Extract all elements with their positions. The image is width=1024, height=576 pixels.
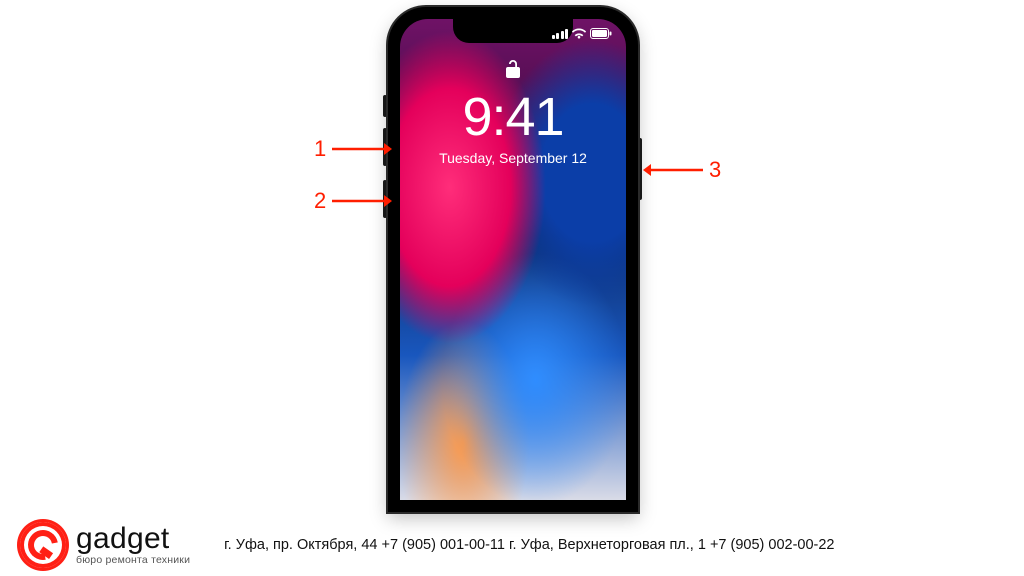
battery-icon: [590, 28, 612, 39]
status-bar: [552, 28, 613, 39]
callout-2: 2: [308, 188, 392, 214]
brand-tagline: бюро ремонта техники: [76, 555, 190, 566]
callout-2-label: 2: [308, 188, 332, 214]
callout-3-label: 3: [703, 157, 727, 183]
footer-address: г. Уфа, пр. Октября, 44 +7 (905) 001-00-…: [224, 537, 834, 553]
arrow-left-icon: [643, 163, 703, 177]
footer: gadget бюро ремонта техники г. Уфа, пр. …: [0, 513, 1024, 576]
wifi-icon: [572, 28, 586, 39]
brand-name: gadget: [76, 523, 190, 555]
callout-1-label: 1: [308, 136, 332, 162]
lock-screen-center: 9:41 Tuesday, September 12: [400, 59, 626, 166]
callout-3: 3: [643, 157, 727, 183]
stage: 9:41 Tuesday, September 12 1 2 3 gadget …: [0, 0, 1024, 576]
phone-side-button: [638, 138, 642, 200]
arrow-right-icon: [332, 142, 392, 156]
phone-mute-switch: [383, 95, 387, 117]
arrow-right-icon: [332, 194, 392, 208]
iphone-device: 9:41 Tuesday, September 12: [388, 7, 638, 512]
cellular-signal-icon: [552, 29, 569, 39]
unlock-icon: [505, 59, 521, 84]
lock-screen-time: 9:41: [400, 90, 626, 144]
lock-screen-date: Tuesday, September 12: [400, 150, 626, 166]
lock-screen: 9:41 Tuesday, September 12: [400, 19, 626, 500]
brand-logo: gadget бюро ремонта техники: [20, 522, 190, 568]
callout-1: 1: [308, 136, 392, 162]
brand-logo-icon: [20, 522, 66, 568]
